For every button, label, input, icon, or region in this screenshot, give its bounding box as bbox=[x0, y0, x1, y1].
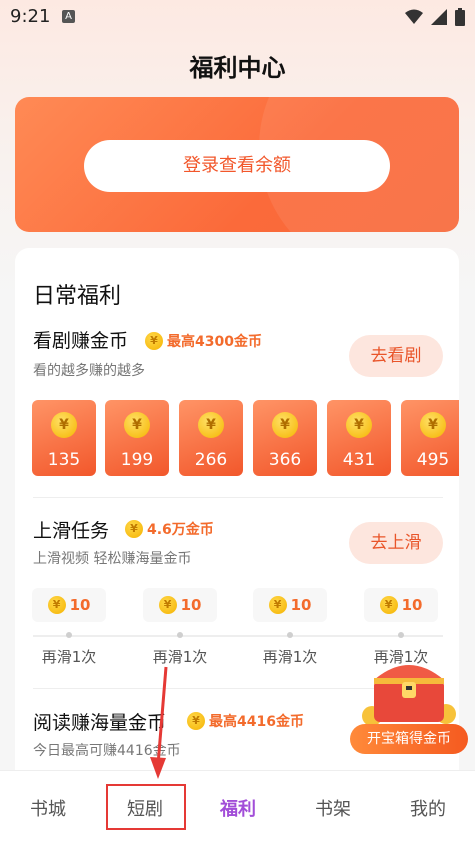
swipe-task-subtitle: 上滑视频 轻松赚海量金币 bbox=[33, 551, 192, 567]
progress-dot bbox=[66, 632, 72, 638]
wifi-icon bbox=[405, 9, 423, 24]
watch-task-tag: ¥ 最高4300金币 bbox=[145, 331, 262, 351]
swipe-step-label: 再滑1次 bbox=[152, 648, 208, 666]
signal-icon bbox=[431, 9, 447, 25]
reward-value: 199 bbox=[120, 450, 154, 470]
login-card: 登录查看余额 bbox=[15, 97, 459, 232]
coin-icon: ¥ bbox=[158, 596, 177, 614]
reward-value: 495 bbox=[416, 450, 450, 470]
progress-dot bbox=[287, 632, 293, 638]
reward-value: 366 bbox=[268, 450, 302, 470]
coin-icon: ¥ bbox=[198, 412, 224, 438]
swipe-task-title: 上滑任务 bbox=[33, 520, 110, 542]
coin-icon: ¥ bbox=[272, 412, 298, 438]
swipe-step-label: 再滑1次 bbox=[41, 648, 97, 666]
reward-row: ¥ 135 ¥ 199 ¥ 266 ¥ 366 ¥ 431 ¥ 495 bbox=[32, 400, 459, 476]
coin-icon: ¥ bbox=[379, 596, 398, 614]
reward-tile[interactable]: ¥ 135 bbox=[32, 400, 96, 476]
go-watch-button[interactable]: 去看剧 bbox=[349, 335, 443, 377]
swipe-reward-chip: ¥ 10 bbox=[32, 588, 106, 622]
swipe-reward-chip: ¥ 10 bbox=[253, 588, 327, 622]
status-time: 9:21 bbox=[10, 6, 51, 27]
coin-icon: ¥ bbox=[47, 596, 66, 614]
treasure-chest-button[interactable]: 开宝箱得金币 bbox=[350, 650, 468, 755]
reward-tile[interactable]: ¥ 366 bbox=[253, 400, 317, 476]
swipe-progress-track bbox=[33, 635, 443, 637]
swipe-reward-value: 10 bbox=[401, 596, 423, 614]
read-task-tag-text: 最高4416金币 bbox=[209, 714, 304, 730]
watch-task-tag-text: 最高4300金币 bbox=[167, 334, 262, 350]
treasure-chest-label: 开宝箱得金币 bbox=[350, 724, 468, 754]
notification-app-icon: A bbox=[62, 10, 75, 23]
bottom-nav: 书城 短剧 福利 书架 我的 bbox=[0, 770, 475, 845]
reward-value: 431 bbox=[342, 450, 376, 470]
read-task-tag: ¥ 最高4416金币 bbox=[187, 711, 304, 731]
login-view-balance-button[interactable]: 登录查看余额 bbox=[84, 140, 390, 192]
coin-icon: ¥ bbox=[125, 520, 143, 538]
coin-icon: ¥ bbox=[187, 712, 205, 730]
status-icons bbox=[405, 8, 465, 26]
reward-tile[interactable]: ¥ 495 bbox=[401, 400, 459, 476]
swipe-step-label: 再滑1次 bbox=[262, 648, 318, 666]
swipe-reward-chip: ¥ 10 bbox=[364, 588, 438, 622]
swipe-reward-chip: ¥ 10 bbox=[143, 588, 217, 622]
coin-icon: ¥ bbox=[420, 412, 446, 438]
progress-dot bbox=[177, 632, 183, 638]
nav-item-mine[interactable]: 我的 bbox=[393, 795, 463, 821]
page-title: 福利中心 bbox=[189, 54, 286, 82]
progress-dot bbox=[398, 632, 404, 638]
annotation-highlight-box bbox=[106, 784, 186, 830]
reward-tile[interactable]: ¥ 431 bbox=[327, 400, 391, 476]
reward-value: 135 bbox=[47, 450, 81, 470]
coin-icon: ¥ bbox=[51, 412, 77, 438]
section-title: 日常福利 bbox=[33, 284, 122, 309]
reward-value: 266 bbox=[194, 450, 228, 470]
swipe-task-tag: ¥ 4.6万金币 bbox=[125, 519, 214, 539]
annotation-arrow-icon bbox=[150, 666, 168, 779]
go-swipe-button[interactable]: 去上滑 bbox=[349, 522, 443, 564]
divider bbox=[33, 497, 443, 498]
swipe-task-tag-text: 4.6万金币 bbox=[147, 522, 214, 538]
coin-icon: ¥ bbox=[346, 412, 372, 438]
watch-task-title: 看剧赚金币 bbox=[33, 330, 129, 352]
swipe-reward-value: 10 bbox=[180, 596, 202, 614]
reward-tile[interactable]: ¥ 199 bbox=[105, 400, 169, 476]
battery-icon bbox=[455, 8, 465, 26]
coin-icon: ¥ bbox=[124, 412, 150, 438]
watch-task-subtitle: 看的越多赚的越多 bbox=[33, 363, 145, 379]
treasure-chest-icon bbox=[362, 665, 456, 726]
swipe-reward-value: 10 bbox=[69, 596, 91, 614]
swipe-reward-value: 10 bbox=[290, 596, 312, 614]
status-bar: 9:21 A bbox=[0, 0, 475, 34]
coin-icon: ¥ bbox=[268, 596, 287, 614]
nav-item-welfare[interactable]: 福利 bbox=[203, 795, 273, 821]
reward-tile[interactable]: ¥ 266 bbox=[179, 400, 243, 476]
nav-item-bookstore[interactable]: 书城 bbox=[13, 795, 83, 821]
coin-icon: ¥ bbox=[145, 332, 163, 350]
nav-item-bookshelf[interactable]: 书架 bbox=[298, 795, 368, 821]
